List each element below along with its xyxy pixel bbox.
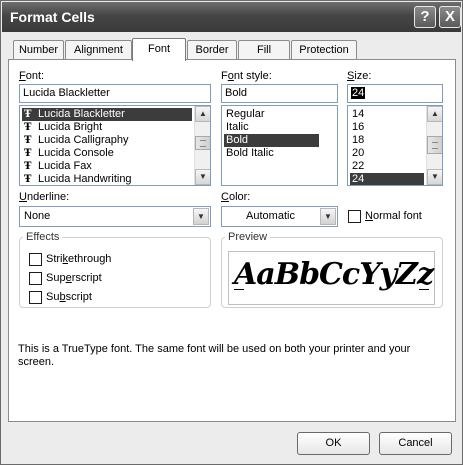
scroll-thumb[interactable]: [427, 136, 442, 154]
size-item[interactable]: 20: [350, 147, 364, 160]
preview-sample-box: AaBbCcYyZz: [228, 251, 435, 305]
close-icon: X: [444, 8, 455, 25]
font-style-label: Font style:: [221, 70, 272, 82]
color-label: Color:: [221, 191, 251, 203]
tab-fill[interactable]: Fill: [238, 40, 290, 60]
font-style-item[interactable]: Regular: [224, 108, 319, 121]
size-input[interactable]: 24: [347, 84, 443, 103]
effects-title: Effects: [23, 231, 63, 243]
font-style-item[interactable]: Italic: [224, 121, 319, 134]
font-list-item[interactable]: Ŧ Lucida Blackletter: [22, 108, 192, 121]
scroll-thumb[interactable]: [195, 136, 210, 150]
tab-border[interactable]: Border: [187, 40, 237, 60]
superscript-label: Superscript: [46, 272, 102, 284]
size-label: Size:: [347, 70, 372, 82]
preview-baseline-left: [234, 289, 244, 290]
truetype-info-text: This is a TrueType font. The same font w…: [18, 343, 411, 368]
close-button[interactable]: X: [439, 6, 461, 28]
size-item[interactable]: 14: [350, 108, 364, 121]
title-bar: Format Cells ? X: [2, 2, 461, 32]
size-item[interactable]: 16: [350, 121, 364, 134]
tab-number[interactable]: Number: [13, 40, 64, 60]
font-label: Font:: [19, 70, 45, 82]
preview-title: Preview: [225, 231, 271, 243]
size-list-scrollbar[interactable]: ▲ ▼: [426, 106, 442, 185]
size-item[interactable]: 18: [350, 134, 364, 147]
font-style-item[interactable]: Bold Italic: [224, 147, 319, 160]
underline-label: Underline:: [19, 191, 70, 203]
truetype-icon: Ŧ: [24, 122, 32, 133]
font-list-item[interactable]: Ŧ Lucida Bright: [22, 121, 102, 134]
subscript-label: Subscript: [46, 291, 92, 303]
ok-button[interactable]: OK: [297, 432, 370, 455]
superscript-checkbox[interactable]: [29, 272, 42, 285]
underline-select[interactable]: None ▼: [19, 206, 211, 227]
chevron-down-icon[interactable]: ▼: [427, 169, 442, 185]
tab-alignment[interactable]: Alignment: [65, 40, 132, 60]
font-list[interactable]: Ŧ Lucida Blackletter Ŧ Lucida Bright Ŧ Luci…: [19, 105, 211, 186]
normal-font-label: Normal font: [365, 210, 422, 222]
chevron-up-icon[interactable]: ▲: [195, 106, 210, 122]
chevron-down-icon[interactable]: ▼: [320, 208, 336, 225]
help-button[interactable]: ?: [414, 6, 436, 28]
chevron-up-icon[interactable]: ▲: [427, 106, 442, 122]
chevron-down-icon[interactable]: ▼: [193, 208, 209, 225]
tab-font[interactable]: Font: [132, 38, 186, 61]
subscript-checkbox[interactable]: [29, 291, 42, 304]
font-list-scrollbar[interactable]: ▲ ▼: [194, 106, 210, 185]
size-item[interactable]: 24: [350, 173, 424, 185]
font-name-input[interactable]: Lucida Blackletter: [19, 84, 211, 103]
strikethrough-checkbox[interactable]: [29, 253, 42, 266]
font-list-item[interactable]: Ŧ Lucida Handwriting: [22, 173, 132, 185]
dialog-title: Format Cells: [10, 9, 95, 25]
help-icon: ?: [420, 8, 430, 25]
font-style-input[interactable]: Bold: [221, 84, 338, 103]
truetype-icon: Ŧ: [24, 109, 32, 120]
font-style-list[interactable]: Regular Italic Bold Bold Italic: [221, 105, 338, 186]
preview-baseline-right: [419, 289, 429, 290]
font-list-item[interactable]: Ŧ Lucida Calligraphy: [22, 134, 129, 147]
truetype-icon: Ŧ: [24, 174, 32, 185]
font-list-item[interactable]: Ŧ Lucida Fax: [22, 160, 92, 173]
cancel-button[interactable]: Cancel: [379, 432, 452, 455]
preview-sample-text: AaBbCcYyZz: [234, 257, 434, 292]
normal-font-checkbox[interactable]: [348, 210, 361, 223]
strikethrough-label: Strikethrough: [46, 253, 112, 265]
truetype-icon: Ŧ: [24, 148, 32, 159]
truetype-icon: Ŧ: [24, 161, 32, 172]
size-item[interactable]: 22: [350, 160, 364, 173]
font-list-item[interactable]: Ŧ Lucida Console: [22, 147, 114, 160]
color-select[interactable]: Automatic ▼: [221, 206, 338, 227]
font-style-item[interactable]: Bold: [224, 134, 319, 147]
truetype-icon: Ŧ: [24, 135, 32, 146]
format-cells-dialog: Format Cells ? X Number Alignment Font B…: [0, 0, 463, 465]
tab-protection[interactable]: Protection: [291, 40, 357, 60]
chevron-down-icon[interactable]: ▼: [195, 169, 210, 185]
size-list[interactable]: 14 16 18 20 22 24 ▲ ▼: [347, 105, 443, 186]
